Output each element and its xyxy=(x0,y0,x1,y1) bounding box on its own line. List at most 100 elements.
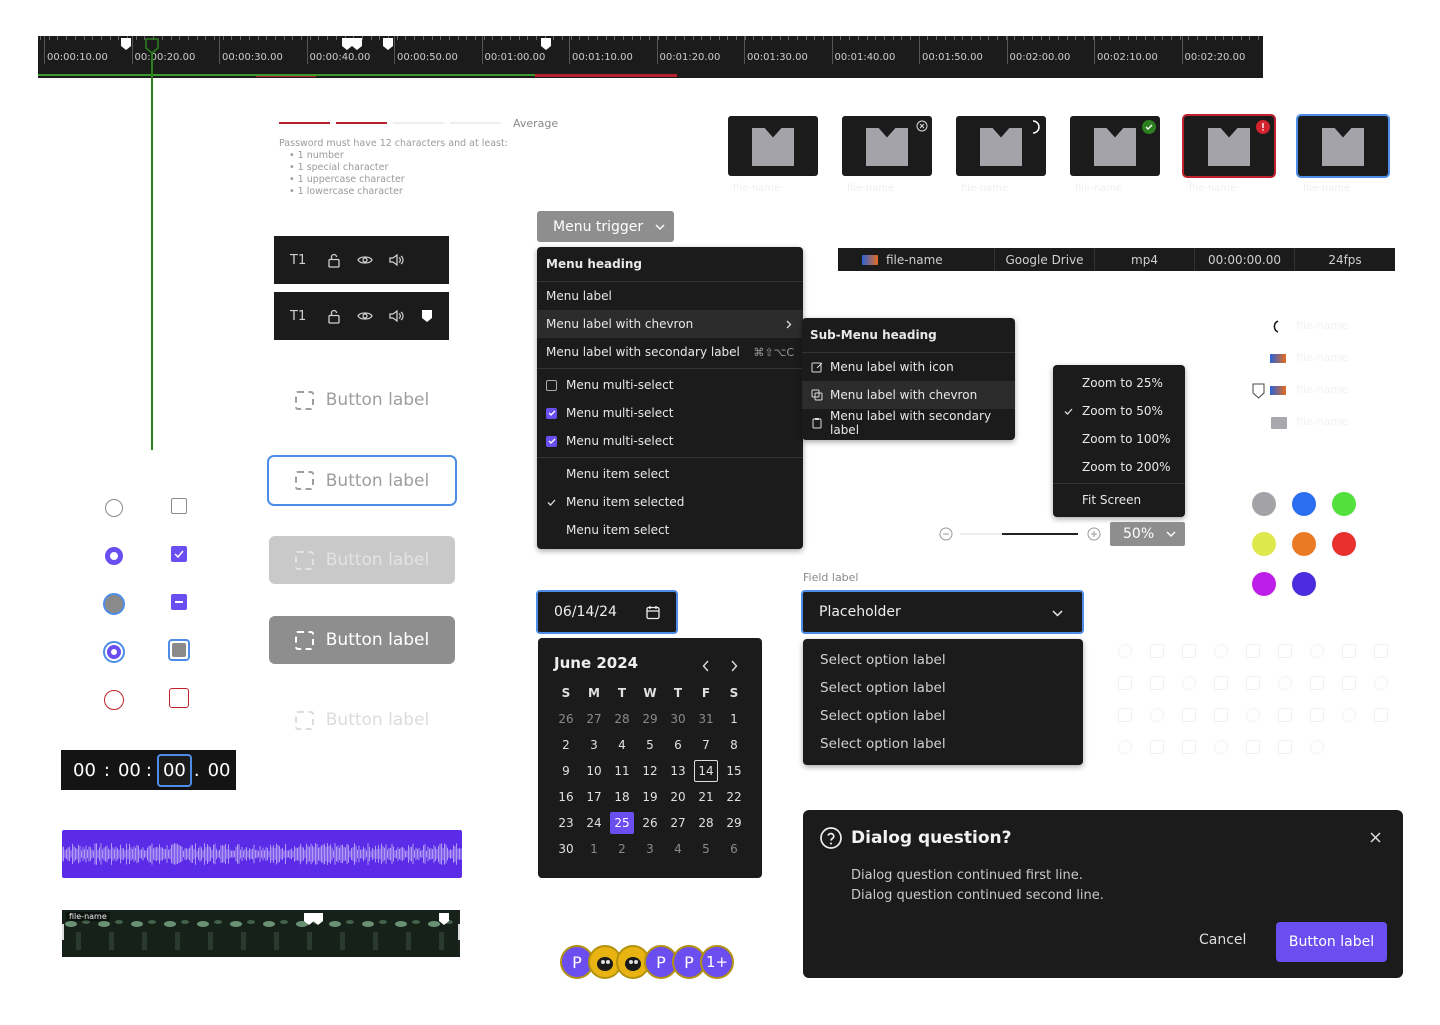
toolbar-icon[interactable] xyxy=(1182,676,1196,690)
marker-icon[interactable] xyxy=(1252,383,1265,399)
toolbar-icon[interactable] xyxy=(1214,644,1228,658)
calendar-day[interactable]: 25 xyxy=(610,812,634,834)
toolbar-icon[interactable] xyxy=(1246,644,1260,658)
video-filmstrip[interactable]: file-name xyxy=(62,910,460,957)
calendar-day[interactable]: 31 xyxy=(694,708,718,730)
calendar-day[interactable]: 17 xyxy=(582,786,606,808)
toolbar-icon[interactable] xyxy=(1182,740,1196,754)
timeline-ruler[interactable]: 00:00:10.00 00:00:20.00 00:00:30.00 00:00:4… xyxy=(38,36,1263,78)
submenu-item[interactable]: Menu label with chevron xyxy=(802,381,1015,409)
checkbox-error[interactable] xyxy=(169,688,189,708)
close-circle-icon[interactable] xyxy=(916,120,928,132)
file-table-row[interactable]: file-name Google Drive mp4 00:00:00.00 2… xyxy=(838,248,1395,271)
radio-error[interactable] xyxy=(104,690,124,710)
calendar-day[interactable]: 4 xyxy=(666,838,690,860)
menu-select-item[interactable]: Menu item select xyxy=(537,460,803,488)
toolbar-icon[interactable] xyxy=(1342,708,1356,722)
toolbar-icon[interactable] xyxy=(1118,740,1132,754)
cancel-button[interactable]: Cancel xyxy=(1199,932,1246,948)
color-swatch[interactable] xyxy=(1292,532,1316,556)
menu-multi-select-item[interactable]: Menu multi-select xyxy=(537,427,803,455)
zoom-out-icon[interactable] xyxy=(939,527,953,541)
calendar-day[interactable]: 9 xyxy=(554,760,578,782)
toolbar-icon[interactable] xyxy=(1310,644,1324,658)
timecode-hours[interactable]: 00 xyxy=(73,760,96,781)
thumbnail-removable[interactable] xyxy=(842,116,932,176)
secondary-button[interactable]: Button label xyxy=(269,616,455,664)
calendar-day[interactable]: 18 xyxy=(610,786,634,808)
toolbar-icon[interactable] xyxy=(1214,740,1228,754)
file-list-item[interactable]: file-name xyxy=(1296,319,1348,332)
calendar-day[interactable]: 22 xyxy=(722,786,746,808)
calendar-day[interactable]: 15 xyxy=(722,760,746,782)
calendar-icon[interactable] xyxy=(646,605,660,620)
color-swatch[interactable] xyxy=(1252,492,1276,516)
toolbar-icon[interactable] xyxy=(1214,708,1228,722)
marker-icon[interactable] xyxy=(439,913,449,925)
calendar-day[interactable]: 23 xyxy=(554,812,578,834)
toolbar-icon[interactable] xyxy=(1374,644,1388,658)
calendar-day[interactable]: 27 xyxy=(666,812,690,834)
date-input[interactable]: 06/14/24 xyxy=(536,590,678,634)
calendar-day[interactable]: 3 xyxy=(638,838,662,860)
submenu-item[interactable]: Menu label with secondary label xyxy=(802,409,1015,437)
lock-icon[interactable] xyxy=(325,307,343,325)
calendar-day[interactable]: 30 xyxy=(554,838,578,860)
calendar-day[interactable]: 19 xyxy=(638,786,662,808)
calendar-day[interactable]: 6 xyxy=(722,838,746,860)
volume-icon[interactable] xyxy=(387,251,405,269)
color-swatch[interactable] xyxy=(1292,572,1316,596)
trim-handle-left[interactable] xyxy=(62,924,64,940)
fit-screen-option[interactable]: Fit Screen xyxy=(1053,486,1185,514)
color-swatch[interactable] xyxy=(1252,572,1276,596)
toolbar-icon[interactable] xyxy=(1278,676,1292,690)
calendar-day[interactable]: 29 xyxy=(722,812,746,834)
trim-handle-right[interactable] xyxy=(458,924,460,940)
calendar-day[interactable]: 21 xyxy=(694,786,718,808)
menu-multi-select-item[interactable]: Menu multi-select xyxy=(537,371,803,399)
toolbar-icon[interactable] xyxy=(1246,740,1260,754)
marker-icon[interactable] xyxy=(383,38,393,50)
toolbar-icon[interactable] xyxy=(1342,676,1356,690)
calendar-day[interactable]: 16 xyxy=(554,786,578,808)
ghost-button[interactable]: Button label xyxy=(269,376,455,424)
radio-unchecked[interactable] xyxy=(105,499,123,517)
calendar-day[interactable]: 3 xyxy=(582,734,606,756)
toolbar-icon[interactable] xyxy=(1246,708,1260,722)
audio-waveform[interactable] xyxy=(62,830,462,878)
marker-icon[interactable] xyxy=(342,38,352,50)
toolbar-icon[interactable] xyxy=(1374,708,1388,722)
chevron-left-icon[interactable] xyxy=(702,660,710,672)
radio-focused[interactable] xyxy=(103,593,125,615)
calendar-day[interactable]: 29 xyxy=(638,708,662,730)
calendar-day[interactable]: 26 xyxy=(638,812,662,834)
file-list-item[interactable]: file-name xyxy=(1296,383,1348,396)
toolbar-icon[interactable] xyxy=(1374,676,1388,690)
calendar-day[interactable]: 5 xyxy=(694,838,718,860)
toolbar-icon[interactable] xyxy=(1150,740,1164,754)
radio-checked[interactable] xyxy=(105,547,123,565)
toolbar-icon[interactable] xyxy=(1246,676,1260,690)
calendar-day[interactable]: 5 xyxy=(638,734,662,756)
menu-item-with-shortcut[interactable]: Menu label with secondary label ⌘⇧⌥C xyxy=(537,338,803,366)
thumbnail-default[interactable] xyxy=(728,116,818,176)
calendar-day[interactable]: 10 xyxy=(582,760,606,782)
calendar-day[interactable]: 1 xyxy=(582,838,606,860)
calendar-day[interactable]: 20 xyxy=(666,786,690,808)
calendar-day[interactable]: 14 xyxy=(694,760,718,782)
zoom-option[interactable]: Zoom to 200% xyxy=(1053,453,1185,481)
calendar-day[interactable]: 2 xyxy=(610,838,634,860)
select-option[interactable]: Select option label xyxy=(803,646,1083,674)
eye-icon[interactable] xyxy=(356,251,374,269)
thumbnail-error[interactable] xyxy=(1182,114,1276,178)
submenu-item[interactable]: Menu label with icon xyxy=(802,353,1015,381)
select-option[interactable]: Select option label xyxy=(803,730,1083,758)
toolbar-icon[interactable] xyxy=(1150,708,1164,722)
close-icon[interactable] xyxy=(1370,832,1381,843)
radio-checked-focused[interactable] xyxy=(103,641,125,663)
toolbar-icon[interactable] xyxy=(1182,708,1196,722)
menu-select-item-selected[interactable]: Menu item selected xyxy=(537,488,803,516)
calendar-day[interactable]: 1 xyxy=(722,708,746,730)
calendar-day[interactable]: 13 xyxy=(666,760,690,782)
volume-icon[interactable] xyxy=(387,307,405,325)
